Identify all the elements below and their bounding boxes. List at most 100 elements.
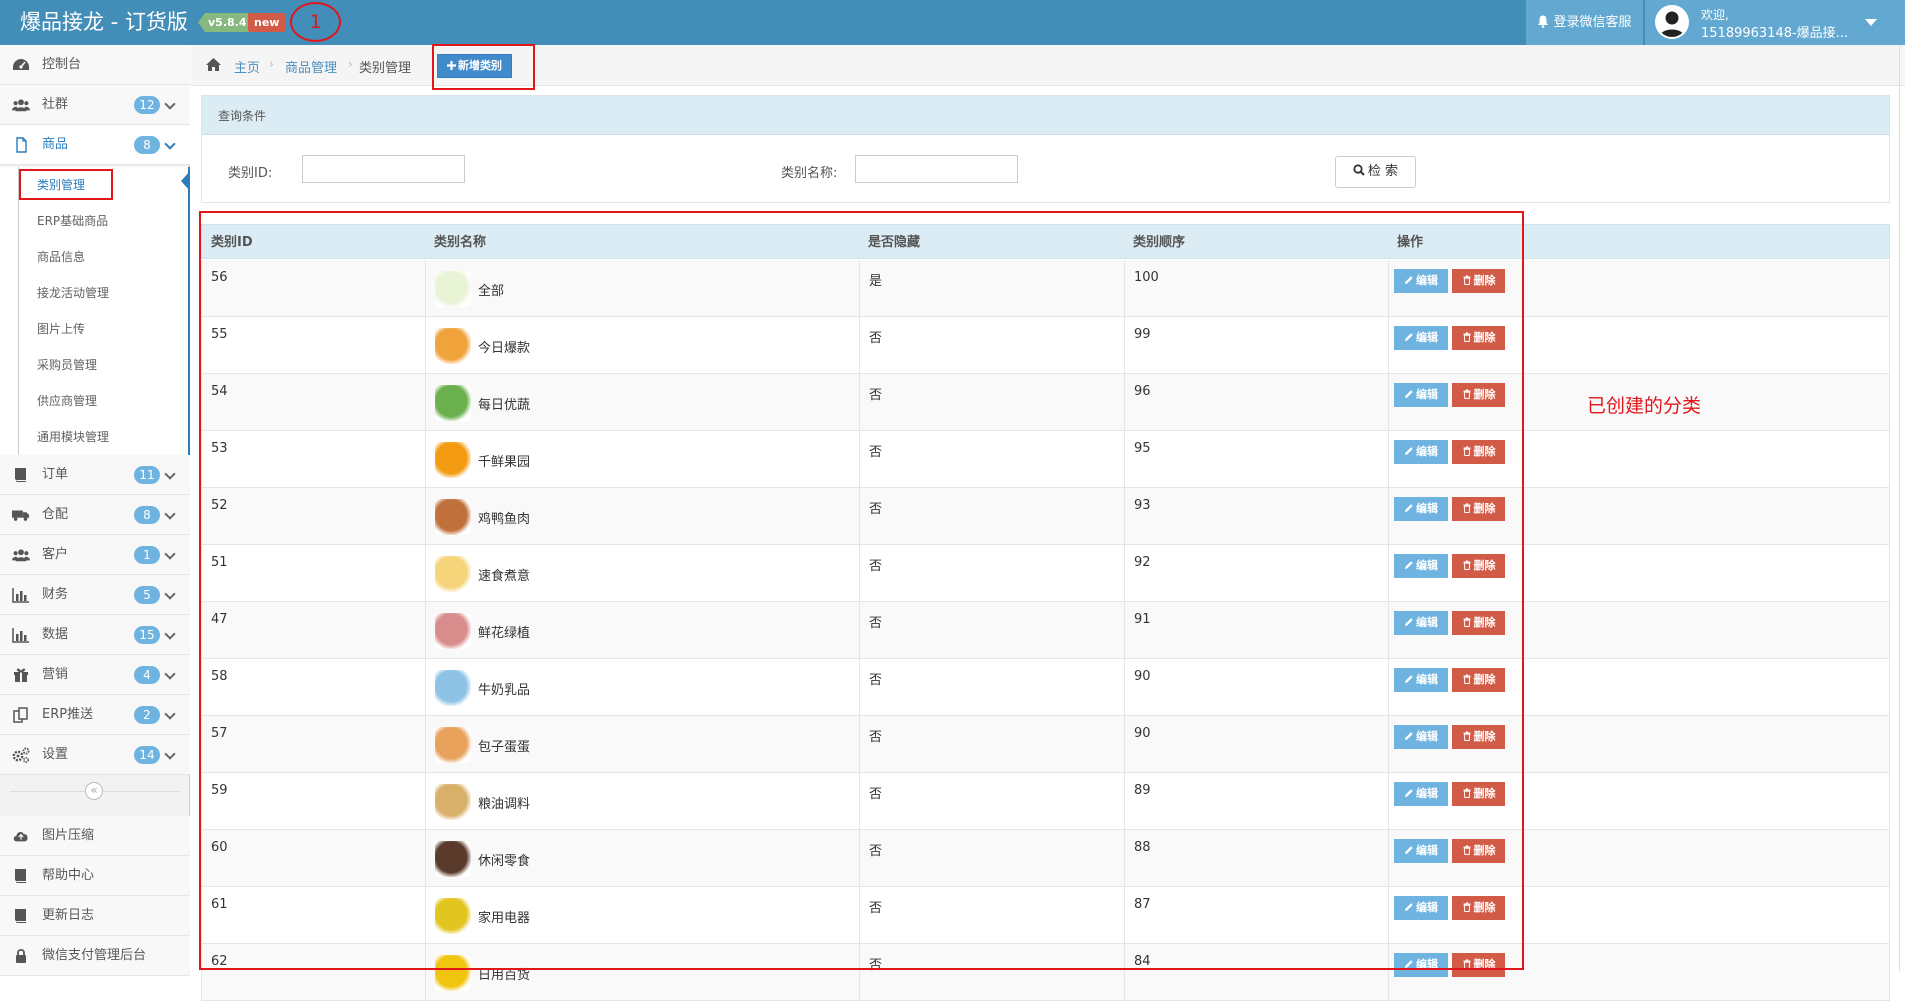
annotation-created-categories: 已创建的分类 <box>1587 395 1702 417</box>
submenu-label: 商品信息 <box>37 250 86 264</box>
sidebar-item-warehouse[interactable]: 仓配 8 <box>0 495 190 535</box>
active-arrow <box>181 171 190 191</box>
category-id-label: 类别ID: <box>228 166 273 181</box>
sidebar-item-label: 财务 <box>42 587 69 602</box>
sidebar-item-label: 帮助中心 <box>42 868 95 883</box>
bell-icon <box>1538 15 1549 28</box>
category-name-input[interactable] <box>855 155 1018 183</box>
count-badge: 8 <box>134 136 160 154</box>
user-greeting: 欢迎, <box>1701 8 1729 22</box>
sidebar-item-settings[interactable]: 设置 14 <box>0 735 190 775</box>
count-badge: 2 <box>134 706 160 724</box>
category-name-label: 类别名称: <box>781 166 838 181</box>
avatar <box>1655 5 1689 39</box>
new-badge: new <box>248 13 286 32</box>
copy-icon <box>13 707 28 723</box>
sidebar-item-label: 客户 <box>42 547 69 562</box>
sidebar-item-label: 图片压缩 <box>42 828 95 843</box>
sidebar-item-changelog[interactable]: 更新日志 <box>0 896 190 936</box>
submenu-label: 通用模块管理 <box>37 430 110 444</box>
submenu-item-common-modules[interactable]: 通用模块管理 <box>0 419 188 455</box>
top-navbar: 爆品接龙 - 订货版 v5.8.4 new 1 登录微信客服 欢迎, 15189… <box>0 0 1905 45</box>
products-submenu: 类别管理 ERP基础商品 商品信息 接龙活动管理 图片上传 采购员管理 供应商管… <box>0 167 190 455</box>
breadcrumb-home-link[interactable]: 主页 <box>234 57 260 76</box>
chevron-down-icon <box>164 708 176 720</box>
chevron-down-icon <box>164 548 176 560</box>
sidebar-item-erp-push[interactable]: ERP推送 2 <box>0 695 190 735</box>
truck-icon <box>12 510 30 521</box>
submenu-label: 供应商管理 <box>37 394 98 408</box>
count-badge: 5 <box>134 586 160 604</box>
sidebar-item-help-center[interactable]: 帮助中心 <box>0 856 190 896</box>
active-indicator <box>188 167 190 455</box>
app-title[interactable]: 爆品接龙 - 订货版 <box>20 8 188 36</box>
breadcrumb-product-management-link[interactable]: 商品管理 <box>285 57 337 76</box>
highlight-box <box>19 169 113 200</box>
count-badge: 11 <box>134 466 160 484</box>
home-icon[interactable] <box>205 57 222 72</box>
count-badge: 8 <box>134 506 160 524</box>
divider <box>1899 45 1900 971</box>
sidebar-item-data[interactable]: 数据 15 <box>0 615 190 655</box>
query-panel-title: 查询条件 <box>218 109 267 123</box>
sidebar-item-label: ERP推送 <box>42 707 94 722</box>
lock-icon <box>16 948 26 963</box>
submenu-item-erp-base-products[interactable]: ERP基础商品 <box>0 203 188 239</box>
users-icon <box>12 549 30 562</box>
sidebar-item-dashboard[interactable]: 控制台 <box>0 45 190 85</box>
sidebar-collapse-button[interactable]: « <box>85 782 103 800</box>
bar-chart-icon <box>12 628 29 643</box>
sidebar-item-orders[interactable]: 订单 11 <box>0 455 190 495</box>
chevron-down-icon <box>164 98 176 110</box>
sidebar-item-marketing[interactable]: 营销 4 <box>0 655 190 695</box>
sidebar-item-wechat-pay-admin[interactable]: 微信支付管理后台 <box>0 936 190 976</box>
wechat-support-label: 登录微信客服 <box>1553 15 1632 30</box>
submenu-label: ERP基础商品 <box>37 214 109 228</box>
sidebar-item-customers[interactable]: 客户 1 <box>0 535 190 575</box>
submenu-label: 采购员管理 <box>37 358 98 372</box>
submenu-label: 图片上传 <box>37 322 86 336</box>
submenu-item-product-info[interactable]: 商品信息 <box>0 239 188 275</box>
wechat-support-button[interactable]: 登录微信客服 <box>1526 0 1643 45</box>
chevron-down-icon <box>164 668 176 680</box>
sidebar-item-label: 营销 <box>42 667 69 682</box>
sidebar-item-image-compress[interactable]: 图片压缩 <box>0 816 190 856</box>
user-avatar-icon <box>1657 7 1687 37</box>
highlight-box <box>432 44 535 90</box>
submenu-item-activity-management[interactable]: 接龙活动管理 <box>0 275 188 311</box>
cloud-upload-icon <box>13 831 28 842</box>
count-badge: 12 <box>134 96 160 114</box>
book-icon <box>15 909 26 923</box>
bar-chart-icon <box>12 588 29 603</box>
submenu-item-supplier-management[interactable]: 供应商管理 <box>0 383 188 419</box>
sidebar-item-community[interactable]: 社群 12 <box>0 85 190 125</box>
sidebar-item-label: 数据 <box>42 627 69 642</box>
submenu-item-buyer-management[interactable]: 采购员管理 <box>0 347 188 383</box>
breadcrumb-current: 类别管理 <box>359 61 412 76</box>
breadcrumb-separator: › <box>269 57 274 71</box>
sidebar-item-label: 控制台 <box>42 57 82 72</box>
search-button[interactable]: 检 索 <box>1335 156 1416 188</box>
sidebar-item-label: 社群 <box>42 97 69 112</box>
sidebar-item-label: 微信支付管理后台 <box>42 948 147 963</box>
count-badge: 14 <box>134 746 160 764</box>
sidebar-item-label: 更新日志 <box>42 908 95 923</box>
category-id-input[interactable] <box>302 155 465 183</box>
file-icon <box>16 137 27 153</box>
book-icon <box>15 869 26 883</box>
dashboard-icon <box>13 59 29 70</box>
user-menu[interactable]: 欢迎, 15189963148-爆品接... <box>1645 0 1905 45</box>
gift-icon <box>14 668 28 682</box>
sidebar-collapse-row: « <box>0 771 190 811</box>
sidebar-item-finance[interactable]: 财务 5 <box>0 575 190 615</box>
sidebar-item-products[interactable]: 商品 8 <box>0 125 190 165</box>
search-icon <box>1353 164 1365 176</box>
query-panel-header: 查询条件 <box>202 96 1889 135</box>
chevron-down-icon <box>164 468 176 480</box>
chevron-down-icon <box>164 508 176 520</box>
highlight-box <box>199 211 1524 970</box>
caret-down-icon <box>1865 19 1877 26</box>
count-badge: 15 <box>134 626 160 644</box>
submenu-item-image-upload[interactable]: 图片上传 <box>0 311 188 347</box>
breadcrumb-separator: › <box>348 57 353 71</box>
